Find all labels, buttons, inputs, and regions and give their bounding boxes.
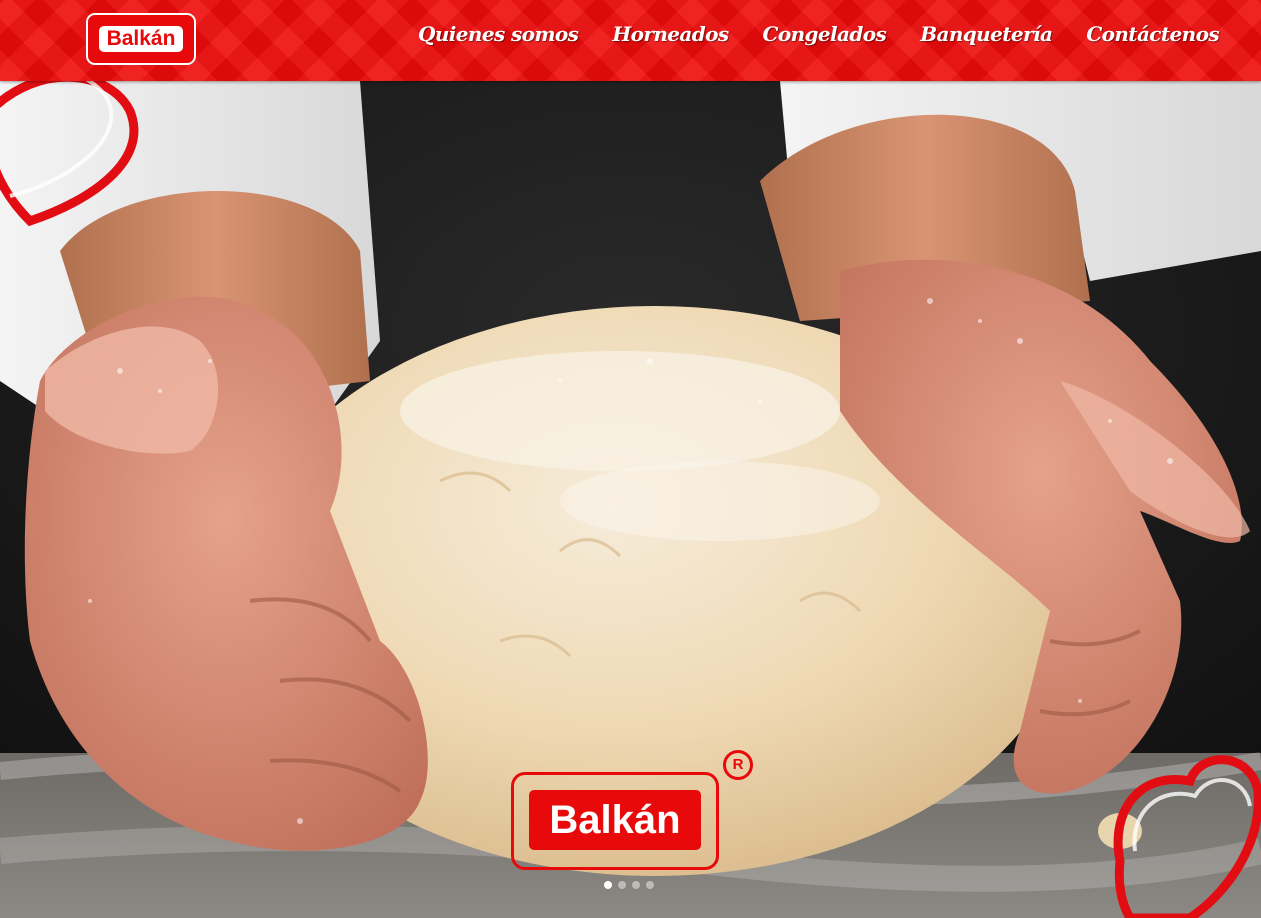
slider-dot-3[interactable] [632,881,640,889]
header-logo-text: Balkán [98,26,184,52]
slider-dot-4[interactable] [646,881,654,889]
hero-logo-text: Balkán [529,790,701,850]
nav-contactenos[interactable]: Contáctenos [1086,22,1219,46]
header-logo[interactable]: Balkán [86,13,196,65]
hero-brand-logo: Balkán [511,772,721,872]
slider-pagination [604,881,660,889]
registered-mark-icon: R [723,750,753,780]
slider-dot-2[interactable] [618,881,626,889]
main-nav: Quienes somos Horneados Congelados Banqu… [418,22,1220,46]
nav-banqueteria[interactable]: Banquetería [920,22,1053,46]
nav-quienes-somos[interactable]: Quienes somos [418,22,579,46]
nav-congelados[interactable]: Congelados [763,22,887,46]
nav-horneados[interactable]: Horneados [612,22,729,46]
slider-dot-1[interactable] [604,881,612,889]
site-header: Balkán Quienes somos Horneados Congelado… [0,0,1261,81]
